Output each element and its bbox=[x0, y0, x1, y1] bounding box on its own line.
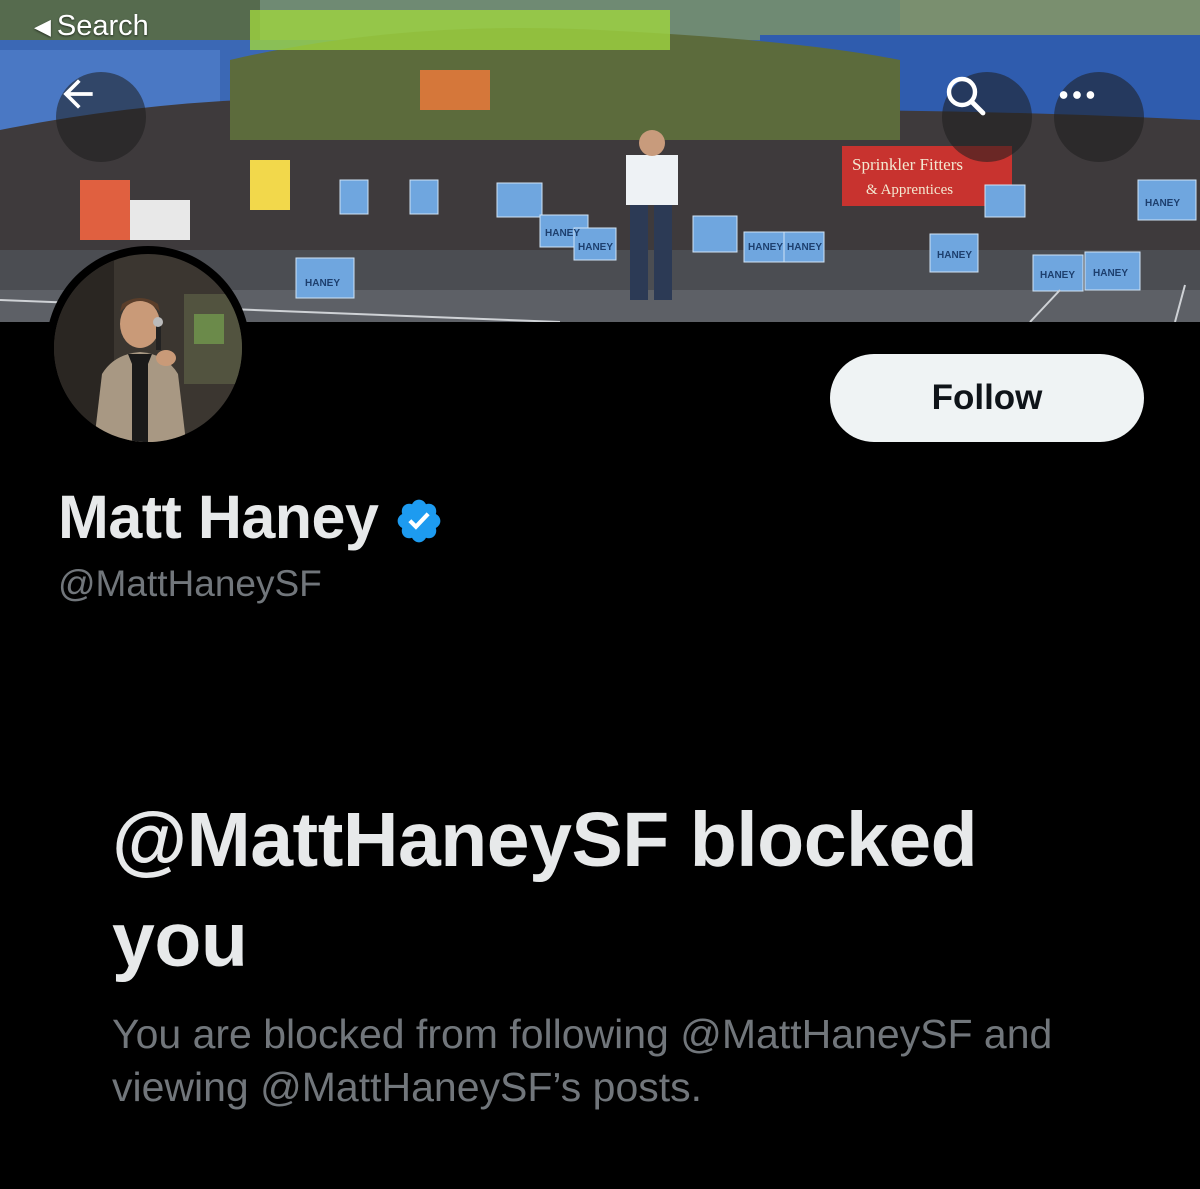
banner-sign-text: Sprinkler Fitters bbox=[852, 155, 963, 174]
search-icon bbox=[946, 76, 986, 116]
profile-display-name: Matt Haney bbox=[58, 482, 444, 552]
haney-sign-text: HANEY bbox=[1040, 270, 1075, 281]
haney-sign-text: HANEY bbox=[305, 278, 340, 289]
display-name-text: Matt Haney bbox=[58, 483, 379, 551]
haney-sign-text: HANEY bbox=[545, 228, 580, 239]
avatar[interactable] bbox=[46, 246, 250, 450]
haney-sign-text: HANEY bbox=[748, 242, 783, 253]
follow-button[interactable]: Follow bbox=[830, 354, 1144, 442]
haney-sign-text: HANEY bbox=[578, 242, 613, 253]
avatar-photo bbox=[54, 254, 242, 442]
back-button[interactable] bbox=[56, 72, 146, 162]
more-icon bbox=[1059, 91, 1095, 99]
haney-sign-text: HANEY bbox=[1093, 268, 1128, 279]
verified-badge-icon[interactable] bbox=[394, 496, 444, 546]
banner-sign-text-2: & Apprentices bbox=[866, 182, 953, 198]
status-bar-back[interactable]: ◀ Search bbox=[34, 10, 149, 43]
status-back-label: Search bbox=[56, 10, 149, 42]
back-triangle-icon: ◀ bbox=[34, 13, 51, 39]
profile-handle: @MattHaneySF bbox=[58, 563, 322, 604]
haney-sign-text: HANEY bbox=[1145, 198, 1180, 209]
blocked-title: @MattHaneySF blocked you bbox=[112, 797, 978, 983]
haney-sign-text: HANEY bbox=[937, 250, 972, 261]
more-options-button[interactable] bbox=[1054, 72, 1144, 162]
search-button[interactable] bbox=[942, 72, 1032, 162]
profile-page: Sprinkler Fitters & Apprentices HANEY HA… bbox=[0, 0, 1200, 1189]
blocked-description: You are blocked from following @MattHane… bbox=[112, 1011, 1053, 1110]
haney-sign-text: HANEY bbox=[787, 242, 822, 253]
back-arrow-icon bbox=[63, 79, 93, 109]
